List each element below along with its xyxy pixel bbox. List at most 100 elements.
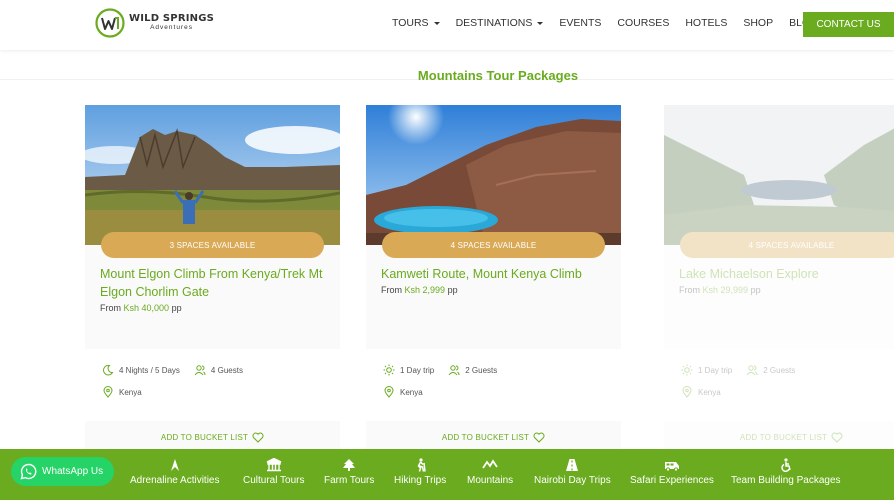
farm-icon [343,459,356,471]
tour-image-michaelson[interactable] [664,105,894,245]
add-to-bucket-list-button[interactable]: ADD TO BUCKET LIST [366,427,621,447]
chevron-down-icon [537,21,544,25]
bucket-label: ADD TO BUCKET LIST [441,432,530,442]
category-hiking[interactable]: Hiking Trips [394,458,446,486]
cultural-icon [266,458,282,472]
whatsapp-button[interactable]: WhatsApp Us [11,457,114,486]
tour-location: Kenya [119,387,142,397]
location-pin-icon [384,386,394,398]
nav-events-label: EVENTS [559,17,602,29]
availability-badge: 3 SPACES AVAILABLE [101,232,324,258]
add-to-bucket-list-button[interactable]: ADD TO BUCKET LIST [664,427,894,447]
nav-events[interactable]: EVENTS [559,17,601,29]
category-label: Adrenaline Activities [130,475,220,486]
contact-us-button[interactable]: CONTACT US [803,12,894,37]
road-icon [566,459,579,471]
sun-icon [383,364,395,376]
category-mountains[interactable]: Mountains [467,458,513,486]
price-prefix: From [679,285,700,295]
tour-price: From Ksh 29,999 pp [679,285,761,295]
tour-location: Kenya [400,387,423,397]
brand-logo[interactable]: WILD SPRINGS Adventures [95,8,214,38]
tour-info: 4 Nights / 5 Days 4 Guests Kenya [85,349,340,421]
nav-tours[interactable]: TOURS [392,17,440,29]
category-farm[interactable]: Farm Tours [324,458,374,486]
tour-info: 1 Day trip 2 Guests Kenya [664,349,894,421]
category-label: Cultural Tours [243,475,305,486]
price-amount: Ksh 40,000 [123,303,170,313]
add-to-bucket-list-button[interactable]: ADD TO BUCKET LIST [85,427,340,447]
tour-image-kamweti[interactable] [366,105,621,245]
nav-courses-label: COURSES [617,17,670,29]
category-label: Nairobi Day Trips [534,475,611,486]
category-adrenaline[interactable]: Adrenaline Activities [130,458,220,486]
category-label: Mountains [467,475,514,486]
category-label: Team Building Packages [731,475,841,486]
availability-badge: 4 SPACES AVAILABLE [382,232,605,258]
tour-info: 1 Day trip 2 Guests Kenya [366,349,621,421]
price-suffix: pp [171,303,182,313]
category-label: Safari Experiences [630,475,714,486]
tour-duration: 4 Nights / 5 Days [119,365,180,375]
tour-image-elgon[interactable] [85,105,340,245]
category-cultural[interactable]: Cultural Tours [243,458,305,486]
price-prefix: From [100,303,121,313]
tour-card[interactable]: 4 SPACES AVAILABLE Lake Michaelson Explo… [664,105,894,450]
category-label: Hiking Trips [394,475,447,486]
price-suffix: pp [750,285,761,295]
main-nav: TOURS DESTINATIONS EVENTS COURSES HOTELS… [392,17,834,29]
adrenaline-icon [170,459,179,471]
category-team-building[interactable]: Team Building Packages [731,458,841,486]
tour-duration: 1 Day trip [698,365,733,375]
price-suffix: pp [447,285,458,295]
brand-sub: Adventures [150,24,193,32]
nav-shop[interactable]: SHOP [743,17,773,29]
section-title: Mountains Tour Packages [417,68,579,83]
heart-icon [252,432,264,443]
whatsapp-icon [20,463,37,480]
moon-icon [103,364,114,376]
availability-badge: 4 SPACES AVAILABLE [680,232,894,258]
category-bar: WhatsApp Us Adrenaline Activities Cultur… [0,449,894,500]
nav-destinations[interactable]: DESTINATIONS [456,17,544,29]
nav-courses[interactable]: COURSES [617,17,669,29]
team-icon [781,458,791,472]
category-safari[interactable]: Safari Experiences [630,458,714,486]
tour-duration: 1 Day trip [400,365,435,375]
tour-title[interactable]: Mount Elgon Climb From Kenya/Trek Mt Elg… [100,265,328,301]
location-pin-icon [103,386,113,398]
nav-tours-label: TOURS [392,17,429,29]
tour-title[interactable]: Kamweti Route, Mount Kenya Climb [381,265,609,283]
nav-hotels[interactable]: HOTELS [685,17,727,29]
tour-guests: 2 Guests [763,365,796,375]
guests-icon [448,365,460,376]
tour-title[interactable]: Lake Michaelson Explore [679,265,894,283]
chevron-down-icon [433,21,440,25]
guests-icon [746,365,758,376]
site-header: WILD SPRINGS Adventures TOURS DESTINATIO… [0,0,894,50]
sun-icon [681,364,693,376]
category-label: Farm Tours [324,475,375,486]
heart-icon [831,432,843,443]
safari-van-icon [664,462,679,472]
mountains-icon [482,459,498,469]
whatsapp-label: WhatsApp Us [42,466,104,477]
nav-hotels-label: HOTELS [685,17,728,29]
tour-guests: 4 Guests [210,365,243,375]
price-amount: Ksh 2,999 [404,285,446,295]
bucket-label: ADD TO BUCKET LIST [160,432,249,442]
nav-shop-label: SHOP [743,17,774,29]
tour-card[interactable]: 3 SPACES AVAILABLE Mount Elgon Climb Fro… [85,105,340,450]
tour-card[interactable]: 4 SPACES AVAILABLE Kamweti Route, Mount … [366,105,621,450]
tour-guests: 2 Guests [465,365,498,375]
category-nairobi-day-trips[interactable]: Nairobi Day Trips [534,458,611,486]
bucket-label: ADD TO BUCKET LIST [739,432,828,442]
location-pin-icon [682,386,692,398]
price-amount: Ksh 29,999 [702,285,749,295]
logo-icon [95,8,125,38]
guests-icon [194,365,206,376]
hiking-icon [417,458,426,472]
tour-location: Kenya [698,387,721,397]
tour-price: From Ksh 40,000 pp [100,303,182,313]
heart-icon [533,432,545,443]
